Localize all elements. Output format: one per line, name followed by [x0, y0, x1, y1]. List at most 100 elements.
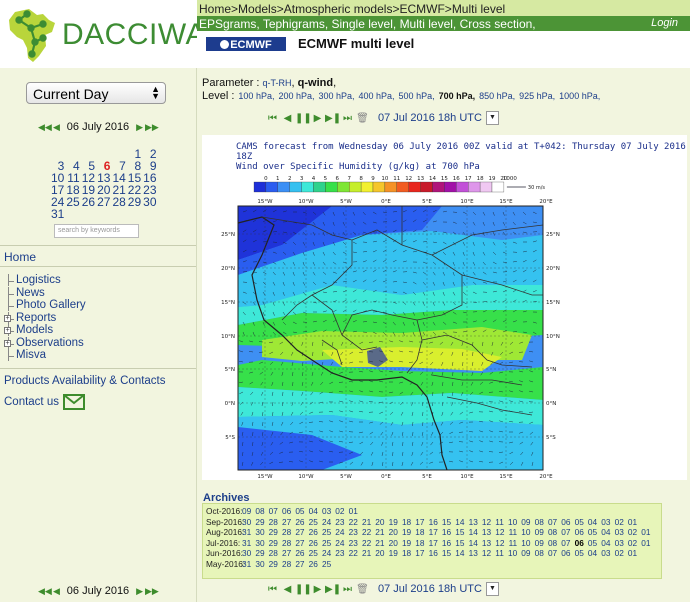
archive-day-link[interactable]: 25	[322, 538, 331, 548]
archive-day-link[interactable]: 07	[561, 538, 570, 548]
archive-day-link[interactable]: 08	[548, 538, 557, 548]
archive-day-link[interactable]: 08	[255, 506, 264, 516]
archive-day-link[interactable]: 16	[442, 538, 451, 548]
archive-day-link[interactable]: 04	[309, 506, 318, 516]
archive-day-link[interactable]: 15	[455, 538, 464, 548]
nav-item-label[interactable]: News	[16, 287, 45, 299]
archive-day-link[interactable]: 31	[242, 559, 251, 569]
archive-day-link[interactable]: 15	[442, 517, 451, 527]
nav-item-label[interactable]: Models	[16, 324, 53, 336]
level-850hpa[interactable]: 850 hPa,	[479, 91, 515, 101]
breadcrumb-atmospheric-models[interactable]: Atmospheric models	[284, 2, 393, 16]
archive-day-link[interactable]: 03	[615, 538, 624, 548]
archive-day-link[interactable]: 06	[561, 548, 570, 558]
archive-day-link[interactable]: 26	[309, 559, 318, 569]
calendar-day[interactable]: 29	[127, 196, 142, 208]
archive-day-link[interactable]: 08	[548, 527, 557, 537]
archive-day-link[interactable]: 02	[335, 506, 344, 516]
archive-day-link[interactable]: 06	[282, 506, 291, 516]
archive-day-link[interactable]: 05	[588, 538, 597, 548]
archive-day-link[interactable]: 20	[389, 538, 398, 548]
archive-day-link[interactable]: 17	[415, 548, 424, 558]
archive-day-link[interactable]: 04	[588, 548, 597, 558]
archive-day-link[interactable]: 29	[255, 517, 264, 527]
archive-day-link[interactable]: 03	[601, 517, 610, 527]
archive-day-link[interactable]: 23	[335, 548, 344, 558]
archive-day-link[interactable]: 02	[615, 517, 624, 527]
archive-day-link[interactable]: 22	[362, 538, 371, 548]
level-925hpa[interactable]: 925 hPa,	[519, 91, 555, 101]
archive-day-link[interactable]: 25	[322, 559, 331, 569]
archive-day-link[interactable]: 09	[521, 517, 530, 527]
archive-day-link[interactable]: 16	[429, 517, 438, 527]
subnav-tephigrams[interactable]: Tephigrams	[263, 17, 325, 31]
archive-day-link[interactable]: 10	[508, 517, 517, 527]
archive-day-link[interactable]: 07	[561, 527, 570, 537]
archive-day-link[interactable]: 22	[349, 548, 358, 558]
nav-item-misva[interactable]: Misva	[4, 349, 86, 362]
archive-day-link[interactable]: 01	[641, 527, 650, 537]
trash-icon[interactable]: 🗑	[355, 113, 370, 124]
archive-day-link[interactable]: 17	[415, 517, 424, 527]
archive-day-link[interactable]: 14	[455, 517, 464, 527]
nav-item-label[interactable]: Reports	[16, 312, 56, 324]
archive-day-link[interactable]: 10	[521, 527, 530, 537]
last-frame-icon[interactable]: ⏭	[340, 113, 355, 124]
archive-day-link[interactable]: 21	[362, 548, 371, 558]
search-input[interactable]: search by keywords	[54, 224, 139, 238]
subnav-cross-section[interactable]: Cross section	[460, 17, 533, 31]
archive-day-link[interactable]: 28	[282, 559, 291, 569]
archive-day-link[interactable]: 27	[295, 559, 304, 569]
archive-day-link[interactable]: 09	[521, 548, 530, 558]
archive-day-link[interactable]: 29	[255, 548, 264, 558]
previous-frame-icon[interactable]: ◀	[280, 113, 295, 124]
archive-day-link[interactable]: 24	[335, 538, 344, 548]
step-forward-icon[interactable]: ▶	[134, 586, 145, 597]
archive-day-link[interactable]: 02	[628, 538, 637, 548]
archive-day-link[interactable]: 05	[295, 506, 304, 516]
archive-day-link[interactable]: 24	[322, 517, 331, 527]
archive-day-link[interactable]: 02	[628, 527, 637, 537]
archive-day-link[interactable]: 26	[309, 527, 318, 537]
archive-day-link[interactable]: 27	[295, 527, 304, 537]
archive-day-link[interactable]: 05	[588, 527, 597, 537]
breadcrumb-ecmwf[interactable]: ECMWF	[399, 2, 444, 16]
first-frame-icon[interactable]: ⏮	[265, 584, 280, 595]
archive-day-link[interactable]: 13	[469, 548, 478, 558]
archive-day-link[interactable]: 30	[242, 517, 251, 527]
archive-day-link[interactable]: 29	[269, 527, 278, 537]
archive-day-link[interactable]: 29	[269, 538, 278, 548]
archive-day-link[interactable]: 06	[575, 527, 584, 537]
archive-day-link[interactable]: 26	[295, 548, 304, 558]
level-100hpa[interactable]: 100 hPa,	[238, 91, 274, 101]
archive-day-link[interactable]: 19	[389, 548, 398, 558]
archive-day-link[interactable]: 11	[495, 517, 504, 527]
archive-day-link[interactable]: 19	[389, 517, 398, 527]
archive-day-link[interactable]: 18	[415, 538, 424, 548]
archive-day-link[interactable]: 28	[282, 538, 291, 548]
archive-day-link[interactable]: 28	[269, 548, 278, 558]
archive-day-link[interactable]: 02	[615, 548, 624, 558]
level-500hpa[interactable]: 500 hPa,	[399, 91, 435, 101]
archive-day-link[interactable]: 10	[521, 538, 530, 548]
archive-day-link[interactable]: 27	[282, 548, 291, 558]
calendar-day[interactable]: 31	[50, 208, 65, 220]
nav-item-observations[interactable]: + Observations	[4, 336, 86, 350]
fast-backward-icon[interactable]: ◀◀	[38, 586, 52, 597]
archive-day-link[interactable]: 12	[482, 548, 491, 558]
archive-day-link[interactable]: 12	[482, 517, 491, 527]
archive-day-link[interactable]: 20	[375, 548, 384, 558]
login-link[interactable]: Login	[651, 17, 678, 29]
step-backward-icon[interactable]: ◀	[51, 586, 62, 597]
archive-day-link[interactable]: 20	[375, 517, 384, 527]
archive-day-link[interactable]: 31	[242, 538, 251, 548]
subnav-single-level[interactable]: Single level	[332, 17, 393, 31]
archive-day-link[interactable]: 24	[322, 548, 331, 558]
archive-day-link[interactable]: 05	[575, 548, 584, 558]
archive-day-link[interactable]: 12	[495, 527, 504, 537]
last-frame-icon[interactable]: ⏭	[340, 584, 355, 595]
archive-day-link[interactable]: 21	[375, 538, 384, 548]
products-availability-link[interactable]: Products Availability & Contacts	[4, 375, 166, 387]
archive-day-link[interactable]: 23	[335, 517, 344, 527]
archive-day-link[interactable]: 30	[255, 559, 264, 569]
